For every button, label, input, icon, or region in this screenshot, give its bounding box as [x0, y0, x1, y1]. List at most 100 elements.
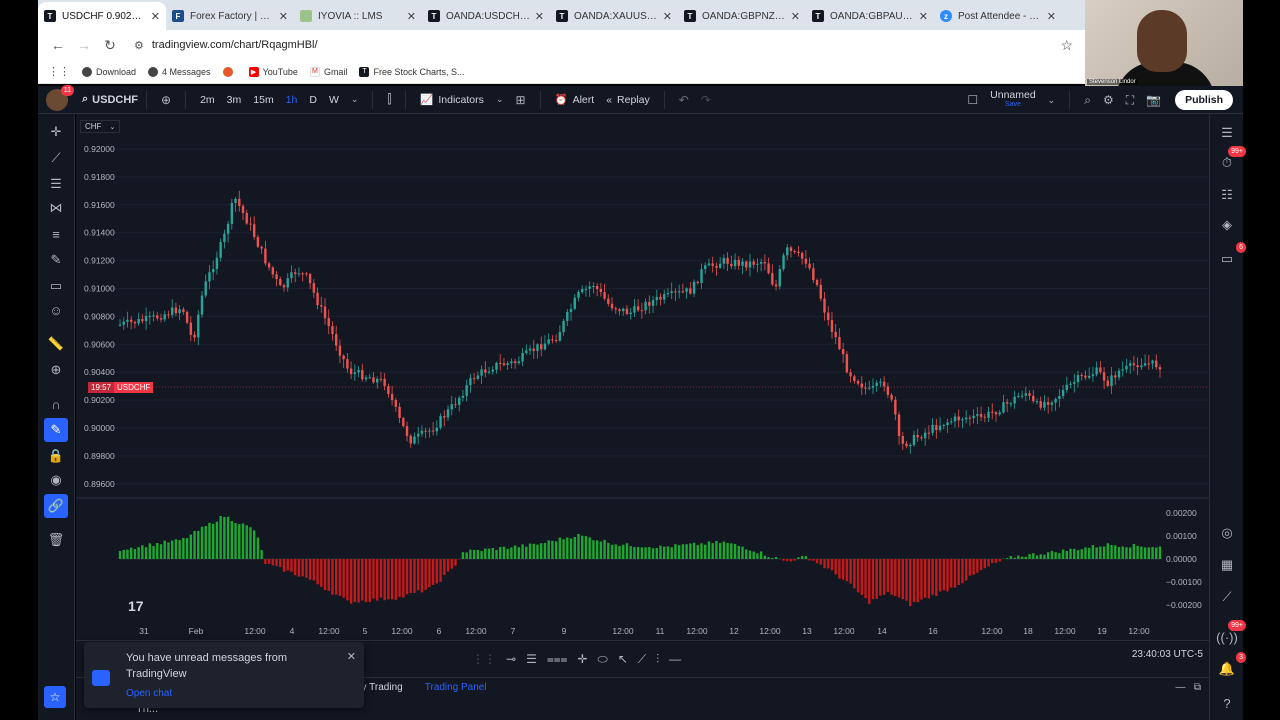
browser-tab[interactable]: IYOVIA :: LMS ✕ [294, 2, 422, 30]
redo-icon[interactable]: ↷ [701, 93, 711, 107]
tradingview-logo[interactable]: 17 [128, 598, 144, 614]
quick-search-icon[interactable]: ⌕ [1084, 93, 1091, 108]
camera-snapshot-icon[interactable]: 📷 [1146, 93, 1161, 107]
interval-2m[interactable]: 2m [200, 94, 215, 106]
close-tab-icon[interactable]: ✕ [919, 10, 928, 23]
browser-tab[interactable]: T OANDA:GBPAUD Ch ✕ [806, 2, 934, 30]
reload-icon[interactable]: ↻ [98, 33, 122, 57]
browser-tab[interactable]: T OANDA:USDCHF Ch ✕ [422, 2, 550, 30]
close-tab-icon[interactable]: ✕ [407, 10, 416, 23]
undo-icon[interactable]: ↶ [679, 93, 689, 107]
watchlist-icon[interactable]: ☰ [1216, 122, 1238, 144]
apps-grid-icon[interactable]: ⋮⋮ [48, 65, 70, 78]
zoom-in-icon[interactable]: ⊕ [44, 358, 68, 382]
help-question-icon[interactable]: ? [1216, 692, 1238, 714]
chart-canvas[interactable]: 0.92000 0.91800 0.91600 0.91400 0.91200 0.910… [76, 114, 1209, 644]
magnet-icon[interactable]: ∩ [44, 392, 68, 416]
interval-d[interactable]: D [309, 94, 317, 106]
browser-tab[interactable]: T OANDA:XAUUSD Ch ✕ [550, 2, 678, 30]
fib-lines-icon[interactable]: ⩶ [547, 652, 568, 667]
line-tool-icon[interactable]: ⟋ [638, 652, 646, 667]
browser-tab[interactable]: T OANDA:GBPNZD Ch ✕ [678, 2, 806, 30]
chat-icon[interactable]: ▭ 6 [1216, 242, 1246, 270]
bookmark-orange[interactable] [222, 66, 237, 77]
fib-retracement-icon[interactable]: ≡ [44, 222, 68, 246]
alerts-clock-icon[interactable]: ⏱ 99+ [1216, 146, 1246, 174]
parallel-channel-icon[interactable]: ☰ [44, 172, 68, 196]
bookmark-tradingview[interactable]: T Free Stock Charts, S... [359, 66, 464, 77]
close-tab-icon[interactable]: ✕ [663, 10, 672, 23]
layout-square-icon[interactable]: ☐ [967, 93, 978, 107]
parallel-lines-icon[interactable]: ☰ [526, 652, 537, 666]
close-tab-icon[interactable]: ✕ [279, 10, 288, 23]
utc-clock[interactable]: 23:40:03 UTC-5 [1132, 649, 1203, 660]
bookmark-youtube[interactable]: ▶ YouTube [248, 66, 298, 77]
compare-plus-icon[interactable]: ⊕ [161, 93, 171, 107]
url-input[interactable]: ⚙ tradingview.com/chart/RqagmHBl/ [124, 33, 1061, 57]
indicators-button[interactable]: 📈 Indicators [420, 93, 484, 107]
fullscreen-icon[interactable]: ⛶ [1126, 93, 1134, 108]
calendar-icon[interactable]: ▦ [1216, 554, 1238, 576]
minimize-icon[interactable]: — [1176, 682, 1186, 693]
price-chart[interactable]: 0.92000 0.91800 0.91600 0.91400 0.91200 0.910… [76, 114, 1209, 644]
symbol-search-button[interactable]: ⌕ USDCHF [82, 93, 138, 106]
news-icon[interactable]: ☷ [1216, 184, 1238, 206]
ideas-streams-icon[interactable]: ((·)) 99+ [1216, 620, 1246, 648]
layers-icon[interactable]: ◈ [1216, 214, 1238, 236]
replay-button[interactable]: « Replay [606, 94, 650, 106]
maximize-icon[interactable]: ⧉ [1194, 682, 1201, 693]
eye-visibility-icon[interactable]: ◉ [44, 468, 68, 492]
pitchfork-icon[interactable]: ⋈ [44, 196, 68, 220]
favorite-star-icon[interactable]: ☆ [44, 686, 66, 708]
browser-tab[interactable]: z Post Attendee - Zoo ✕ [934, 2, 1062, 30]
bookmark-messages[interactable]: 4 Messages [148, 66, 211, 77]
notifications-bell-icon[interactable]: 🔔 3 [1216, 652, 1246, 680]
open-chat-link[interactable]: Open chat [126, 688, 172, 699]
close-tab-icon[interactable]: ✕ [791, 10, 800, 23]
trend-line-icon[interactable]: ⟋ [44, 146, 68, 170]
interval-w[interactable]: W [329, 94, 339, 106]
currency-selector[interactable]: CHF ⌄ [80, 120, 121, 133]
drag-handle-icon[interactable]: ⋮⋮ [472, 652, 496, 666]
crosshair-icon[interactable]: ✛ [44, 120, 68, 144]
interval-dropdown-chevron-icon[interactable]: ⌄ [351, 94, 359, 105]
horizontal-line-icon[interactable]: — [669, 652, 681, 666]
indicators-chevron-icon[interactable]: ⌄ [496, 94, 504, 105]
ellipse-icon[interactable]: ⬭ [597, 652, 607, 667]
cross-line-icon[interactable]: ✛ [577, 652, 587, 666]
interval-15m[interactable]: 15m [253, 94, 273, 106]
close-tab-icon[interactable]: ✕ [535, 10, 544, 23]
browser-tab[interactable]: T USDCHF 0.90288 ▼ ✕ [38, 2, 166, 30]
chart-trend-icon[interactable]: ⟋ [1216, 586, 1238, 608]
site-settings-icon[interactable]: ⚙ [134, 39, 144, 52]
alert-button[interactable]: ⏰ Alert [555, 93, 595, 107]
close-tab-icon[interactable]: ✕ [151, 10, 160, 23]
horizontal-ray-icon[interactable]: ⊸ [506, 652, 516, 666]
back-arrow-icon[interactable]: ← [46, 33, 70, 57]
publish-button[interactable]: Publish [1175, 90, 1233, 110]
emoji-icon[interactable]: ☺ [44, 298, 68, 322]
trash-delete-icon[interactable]: 🗑 [44, 528, 68, 552]
layout-name-button[interactable]: Unnamed Save [990, 90, 1036, 110]
brush-icon[interactable]: ✎ [44, 248, 68, 272]
text-note-icon[interactable]: ▭ [44, 274, 68, 298]
interval-1h[interactable]: 1h [286, 94, 298, 106]
cursor-arrow-icon[interactable]: ↖ [618, 652, 628, 666]
ruler-icon[interactable]: 📏 [44, 332, 68, 356]
lock-icon[interactable]: 🔒 [44, 444, 68, 468]
sync-drawings-link-icon[interactable]: 🔗 [44, 494, 68, 518]
bookmark-download[interactable]: Download [82, 66, 136, 77]
stay-drawing-mode-icon[interactable]: ✎ [44, 418, 68, 442]
browser-tab[interactable]: F Forex Factory | Fore ✕ [166, 2, 294, 30]
layout-grid-icon[interactable]: ⊞ [515, 93, 525, 107]
bookmark-gmail[interactable]: M Gmail [309, 66, 347, 77]
target-icon[interactable]: ◎ [1216, 522, 1238, 544]
long-position-icon[interactable]: ⫶ [656, 652, 659, 667]
tab-trading-panel[interactable]: Trading Panel [425, 682, 487, 693]
close-tab-icon[interactable]: ✕ [1047, 10, 1056, 23]
candlestick-type-icon[interactable]: ⫿ [387, 92, 391, 107]
user-avatar[interactable]: 11 [46, 84, 74, 111]
layout-chevron-icon[interactable]: ⌄ [1048, 95, 1056, 106]
bookmark-star-icon[interactable]: ☆ [1060, 37, 1073, 54]
interval-3m[interactable]: 3m [227, 94, 242, 106]
